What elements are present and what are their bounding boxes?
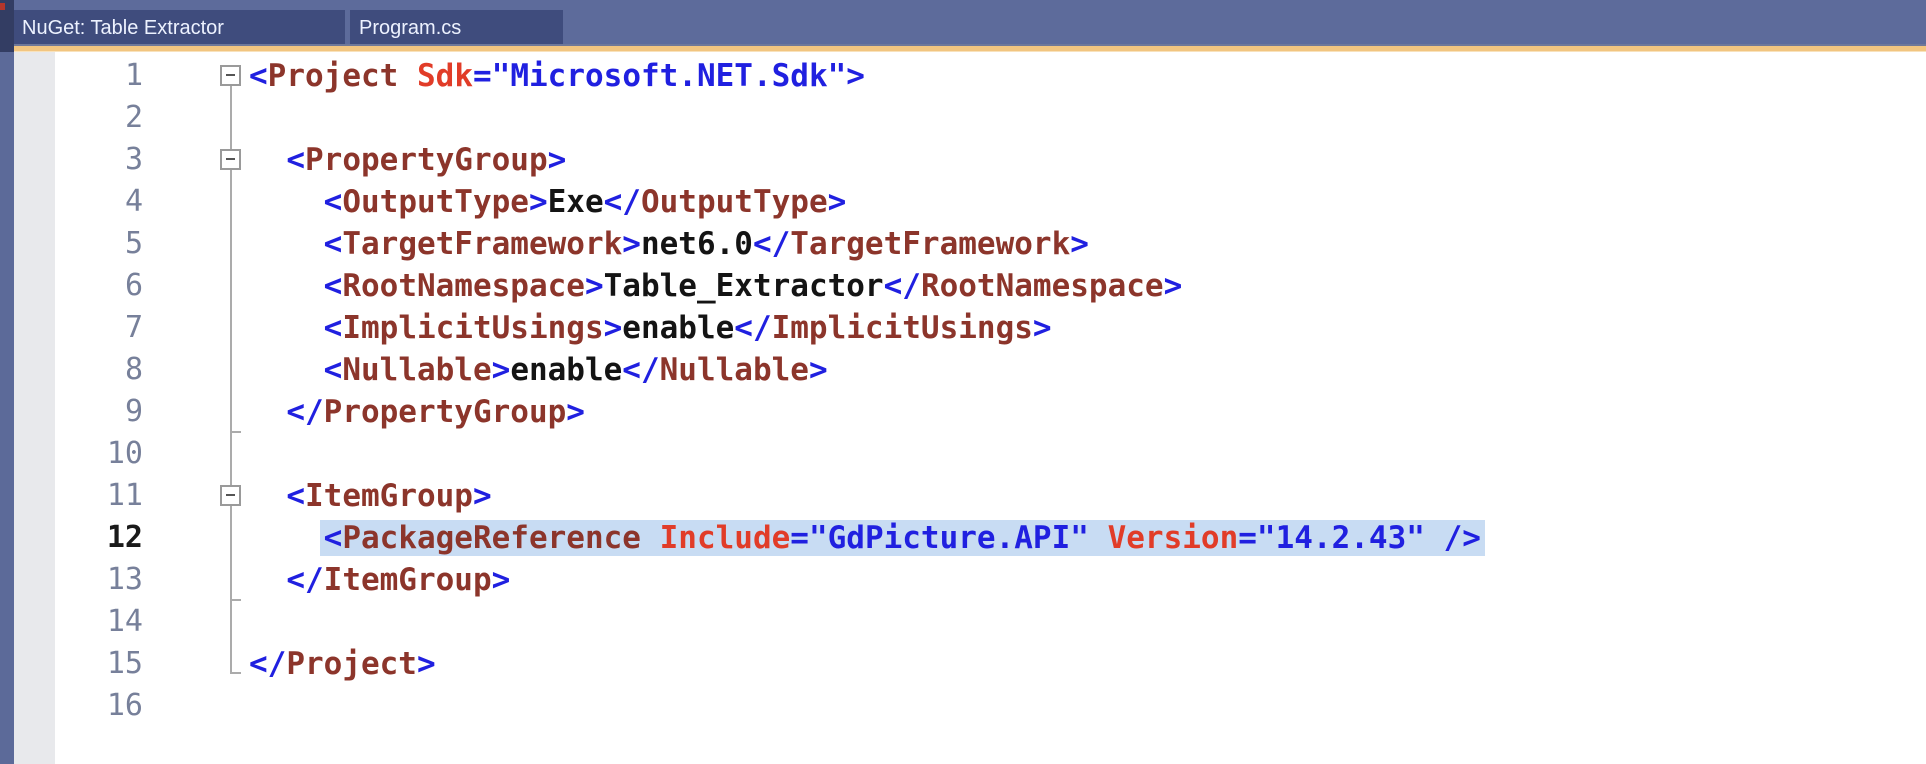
code-line[interactable]: 6 <RootNamespace>Table_Extractor</RootNa… bbox=[0, 265, 1926, 307]
code-lines-container: 1 <Project Sdk="Microsoft.NET.Sdk"> 2 3 <Pr… bbox=[0, 55, 1926, 727]
code-text: <OutputType>Exe</OutputType> bbox=[323, 184, 847, 220]
code-line[interactable]: 1 <Project Sdk="Microsoft.NET.Sdk"> bbox=[0, 55, 1926, 97]
tab-program-cs[interactable]: Program.cs bbox=[350, 10, 563, 46]
code-line[interactable]: 15 </Project> bbox=[0, 643, 1926, 685]
line-number: 8 bbox=[124, 352, 143, 387]
fold-margin bbox=[143, 349, 249, 391]
line-number: 11 bbox=[106, 478, 143, 513]
line-number: 15 bbox=[106, 646, 143, 681]
line-number: 13 bbox=[106, 562, 143, 597]
code-line[interactable]: 9 </PropertyGroup> bbox=[0, 391, 1926, 433]
line-number: 16 bbox=[106, 688, 143, 723]
code-line[interactable]: 8 <Nullable>enable</Nullable> bbox=[0, 349, 1926, 391]
line-number: 14 bbox=[106, 604, 143, 639]
fold-collapse-button[interactable] bbox=[220, 485, 241, 506]
line-number: 7 bbox=[124, 310, 143, 345]
code-line[interactable]: 14 bbox=[0, 601, 1926, 643]
fold-margin bbox=[143, 97, 249, 139]
line-number: 5 bbox=[124, 226, 143, 261]
code-text: </ItemGroup> bbox=[286, 562, 511, 598]
fold-margin bbox=[143, 643, 249, 685]
fold-margin bbox=[143, 433, 249, 475]
fold-margin bbox=[143, 685, 249, 727]
code-editor[interactable]: 1 <Project Sdk="Microsoft.NET.Sdk"> 2 3 <Pr… bbox=[0, 52, 1926, 764]
document-tab-bar: NuGet: Table Extractor Program.cs bbox=[0, 0, 1926, 46]
tab-label: Program.cs bbox=[359, 17, 462, 39]
code-line[interactable]: 10 bbox=[0, 433, 1926, 475]
line-number: 4 bbox=[124, 184, 143, 219]
screen-edge-artifact bbox=[0, 3, 5, 10]
fold-collapse-button[interactable] bbox=[220, 149, 241, 170]
code-text: <Project Sdk="Microsoft.NET.Sdk"> bbox=[249, 58, 865, 94]
fold-margin bbox=[143, 223, 249, 265]
code-text: <RootNamespace>Table_Extractor</RootName… bbox=[323, 268, 1183, 304]
fold-margin bbox=[143, 55, 249, 97]
code-text: <ImplicitUsings>enable</ImplicitUsings> bbox=[323, 310, 1052, 346]
code-line[interactable]: 2 bbox=[0, 97, 1926, 139]
code-line[interactable]: 12 <PackageReference Include="GdPicture.… bbox=[0, 517, 1926, 559]
fold-margin bbox=[143, 559, 249, 601]
tab-nuget-table-extractor[interactable]: NuGet: Table Extractor bbox=[13, 10, 345, 46]
fold-margin bbox=[143, 601, 249, 643]
tab-label: NuGet: Table Extractor bbox=[22, 17, 224, 39]
line-number: 10 bbox=[106, 436, 143, 471]
fold-collapse-button[interactable] bbox=[220, 65, 241, 86]
fold-margin bbox=[143, 307, 249, 349]
fold-margin bbox=[143, 139, 249, 181]
code-text: </Project> bbox=[249, 646, 436, 682]
line-number-active: 12 bbox=[106, 520, 143, 555]
fold-margin bbox=[143, 265, 249, 307]
code-text: <ItemGroup> bbox=[286, 478, 492, 514]
code-line[interactable]: 5 <TargetFramework>net6.0</TargetFramewo… bbox=[0, 223, 1926, 265]
code-text: <PackageReference Include="GdPicture.API… bbox=[249, 517, 1481, 559]
line-number: 9 bbox=[124, 394, 143, 429]
code-line[interactable]: 11 <ItemGroup> bbox=[0, 475, 1926, 517]
selection-highlight: <PackageReference Include="GdPicture.API… bbox=[323, 520, 1481, 556]
line-number: 2 bbox=[124, 100, 143, 135]
fold-margin bbox=[143, 391, 249, 433]
fold-margin bbox=[143, 181, 249, 223]
code-text: </PropertyGroup> bbox=[286, 394, 585, 430]
code-text: <PropertyGroup> bbox=[286, 142, 567, 178]
code-line[interactable]: 7 <ImplicitUsings>enable</ImplicitUsings… bbox=[0, 307, 1926, 349]
line-number: 3 bbox=[124, 142, 143, 177]
code-line[interactable]: 3 <PropertyGroup> bbox=[0, 139, 1926, 181]
code-line[interactable]: 4 <OutputType>Exe</OutputType> bbox=[0, 181, 1926, 223]
fold-margin bbox=[143, 475, 249, 517]
code-line[interactable]: 13 </ItemGroup> bbox=[0, 559, 1926, 601]
code-line[interactable]: 16 bbox=[0, 685, 1926, 727]
line-number: 1 bbox=[124, 58, 143, 93]
fold-margin bbox=[143, 517, 249, 559]
code-text: <TargetFramework>net6.0</TargetFramework… bbox=[323, 226, 1089, 262]
line-number: 6 bbox=[124, 268, 143, 303]
window-left-edge bbox=[0, 0, 14, 764]
code-text: <Nullable>enable</Nullable> bbox=[323, 352, 828, 388]
